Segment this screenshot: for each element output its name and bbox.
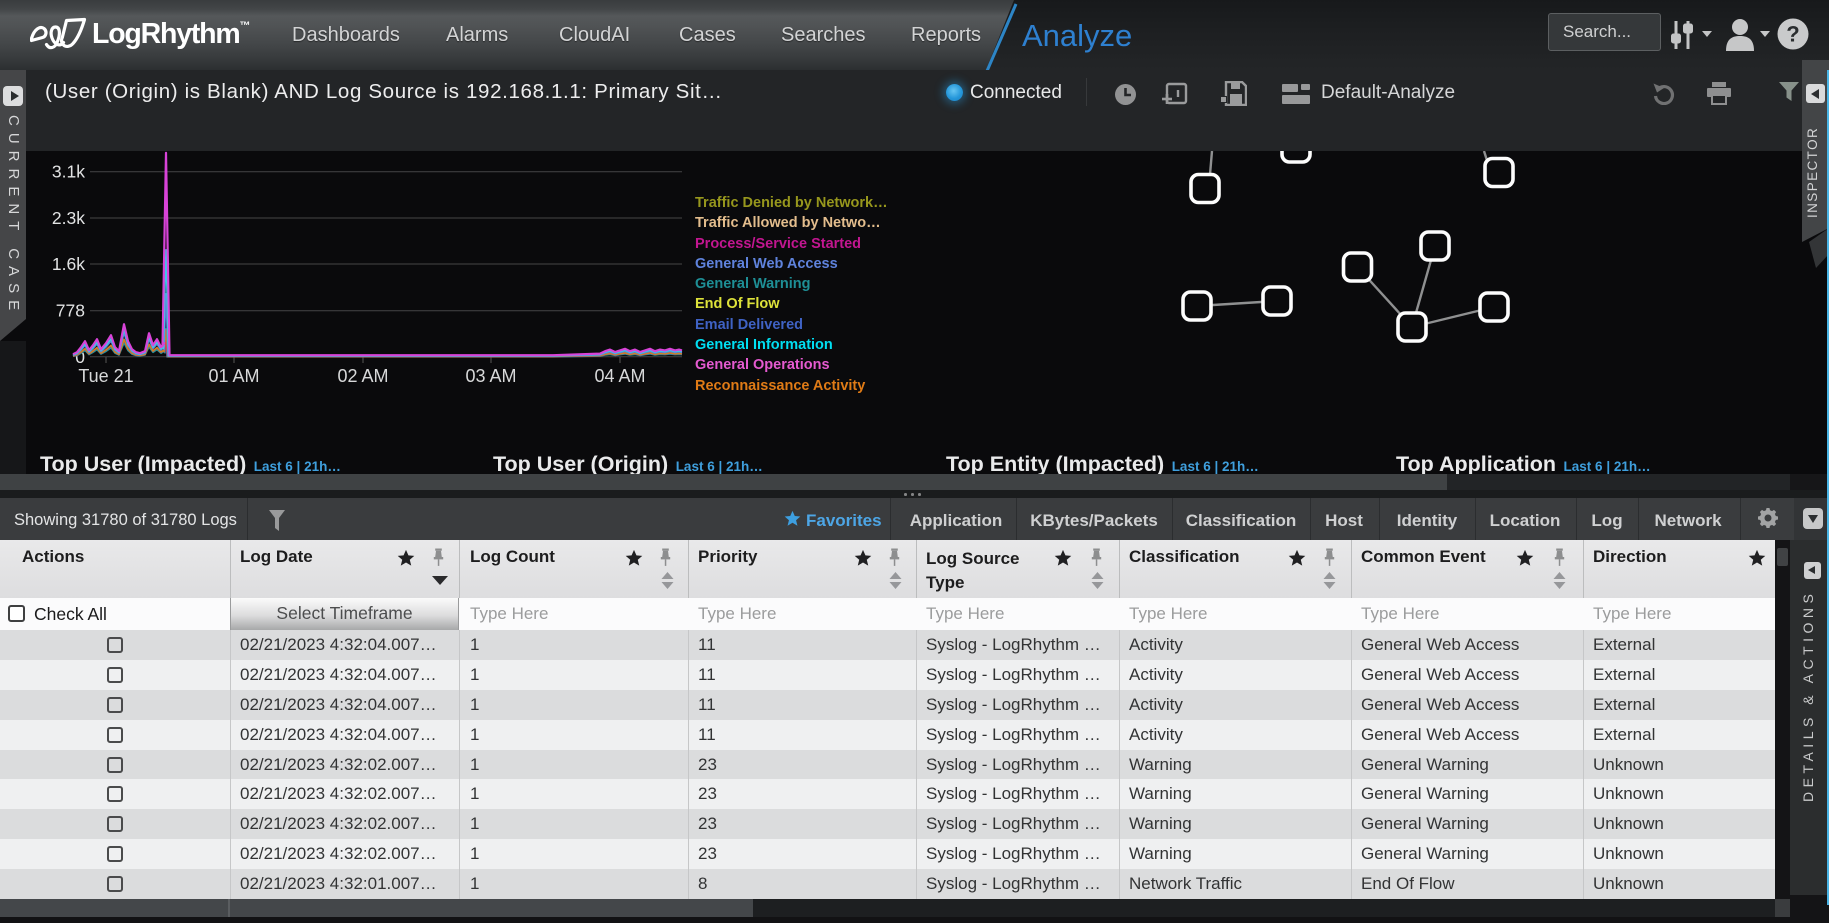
svg-text:Tue 21: Tue 21 (78, 366, 133, 386)
svg-text:1.6k: 1.6k (52, 254, 85, 274)
svg-text:?: ? (1786, 22, 1799, 47)
svg-text:03 AM: 03 AM (465, 366, 516, 386)
svg-text:2.3k: 2.3k (52, 208, 85, 228)
svg-text:02 AM: 02 AM (337, 366, 388, 386)
svg-text:04 AM: 04 AM (594, 366, 645, 386)
svg-text:3.1k: 3.1k (52, 162, 85, 182)
svg-text:01 AM: 01 AM (208, 366, 259, 386)
svg-text:778: 778 (56, 301, 85, 321)
